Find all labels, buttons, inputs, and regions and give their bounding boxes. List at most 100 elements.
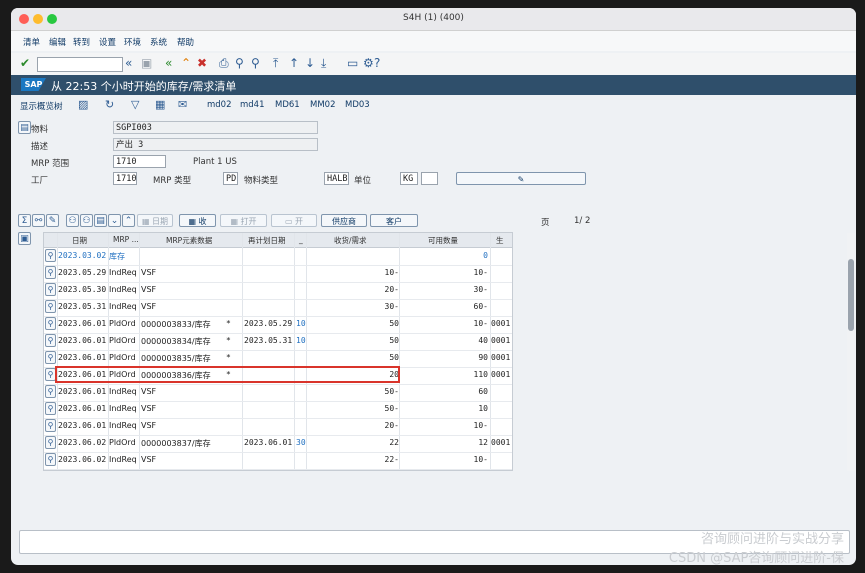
expand-down-icon[interactable]: ⌄ <box>108 214 121 227</box>
collapse-up-icon[interactable]: ⌃ <box>122 214 135 227</box>
open-button[interactable]: ▦ 打开 <box>220 214 267 227</box>
unit-field[interactable]: KG <box>400 172 418 185</box>
row-detail-icon[interactable]: ⚲ <box>45 266 56 279</box>
description-field[interactable]: 产出 3 <box>113 138 318 151</box>
grid-vertical-scrollbar[interactable] <box>847 233 855 471</box>
edit-pencil-icon[interactable]: ✎ <box>46 214 59 227</box>
row-detail-icon[interactable]: ⚲ <box>45 317 56 330</box>
menu-list[interactable]: 清单 <box>23 36 40 48</box>
first-page-icon[interactable]: ⤒ <box>273 56 278 70</box>
open-alt-button[interactable]: ▭ 开 <box>271 214 317 227</box>
people-icon[interactable]: ⚇ <box>66 214 79 227</box>
last-page-icon[interactable]: ⤓ <box>321 56 326 70</box>
menu-environment[interactable]: 环境 <box>124 36 141 48</box>
vendor-button[interactable]: 供应商 <box>321 214 367 227</box>
col-mrp-element-data[interactable]: MRP元素数据 <box>166 235 212 246</box>
row-detail-icon[interactable]: ⚲ <box>45 283 56 296</box>
cell-mrp: IndReq <box>109 302 137 311</box>
row-detail-icon[interactable]: ⚲ <box>45 385 56 398</box>
mrp-area-field[interactable]: 1710 <box>113 155 166 168</box>
watermark-line1: 咨询顾问进阶与实战分享 <box>700 532 844 547</box>
enter-check-icon[interactable]: ✔ <box>20 56 30 70</box>
md03-button[interactable]: MD03 <box>345 100 370 110</box>
mm02-button[interactable]: MM02 <box>310 100 335 110</box>
unit-extra-field[interactable] <box>421 172 438 185</box>
shortcut-icon[interactable]: ⚙ <box>363 56 374 70</box>
table-row[interactable]: ⚲ 2023.06.01 IndReq VSF 50- 60 <box>44 384 512 402</box>
table-row[interactable]: ⚲ 2023.05.30 IndReq VSF 20- 30- <box>44 282 512 300</box>
cancel-icon[interactable]: ✖ <box>197 56 207 70</box>
table-row[interactable]: ⚲ 2023.05.31 IndReq VSF 30- 60- <box>44 299 512 317</box>
row-detail-icon[interactable]: ⚲ <box>45 419 56 432</box>
double-left-icon[interactable]: « <box>125 56 132 70</box>
help-icon[interactable]: ? <box>374 56 380 70</box>
receipt-button-label: 收 <box>198 217 207 226</box>
col-date[interactable]: 日期 <box>72 235 87 246</box>
column-settings-icon[interactable]: ▣ <box>18 232 31 245</box>
row-detail-icon[interactable]: ⚲ <box>45 249 56 262</box>
people-alt-icon[interactable]: ⚇ <box>80 214 93 227</box>
previous-page-icon[interactable]: ↑ <box>289 56 299 70</box>
md02-button[interactable]: md02 <box>207 100 232 110</box>
save-icon[interactable]: ▣ <box>141 56 152 70</box>
table-row[interactable]: ⚲ 2023.03.02 库存 0 <box>44 248 512 266</box>
find-next-icon[interactable]: ⚲ <box>251 56 260 70</box>
details-icon[interactable]: ⚯ <box>32 214 45 227</box>
new-session-icon[interactable]: ▭ <box>347 56 358 70</box>
col-receipt-requirement[interactable]: 收货/需求 <box>334 235 367 246</box>
stock-requirements-grid: 日期 MRP ... MRP元素数据 再计划日期 _ 收货/需求 可用数量 生 … <box>43 232 513 471</box>
edit-settings-button[interactable]: ✎ <box>456 172 586 185</box>
back-icon[interactable]: « <box>165 56 172 70</box>
menu-system[interactable]: 系统 <box>150 36 167 48</box>
row-detail-icon[interactable]: ⚲ <box>45 334 56 347</box>
col-reschedule-date[interactable]: 再计划日期 <box>248 235 286 246</box>
material-field[interactable]: SGPI003 <box>113 121 318 134</box>
exit-icon[interactable]: ⌃ <box>181 56 191 70</box>
table-row[interactable]: ⚲ 2023.06.01 IndReq VSF 50- 10 <box>44 401 512 419</box>
cell-data: 0000003837/库存 <box>141 439 211 448</box>
row-detail-icon[interactable]: ⚲ <box>45 436 56 449</box>
table-row[interactable]: ⚲ 2023.05.29 IndReq VSF 10- 10- <box>44 265 512 283</box>
table-row[interactable]: ⚲ 2023.06.02 PldOrd 0000003837/库存 2023.06.01… <box>44 435 512 453</box>
cell-exc: 10 <box>296 319 306 328</box>
window-title: S4H (1) (400) <box>403 13 464 23</box>
col-exception[interactable]: _ <box>299 235 303 244</box>
row-detail-icon[interactable]: ⚲ <box>45 300 56 313</box>
print-icon[interactable]: ⎙ <box>219 56 229 70</box>
calendar-icon[interactable]: ▦ <box>155 98 165 111</box>
table-row[interactable]: ⚲ 2023.06.01 IndReq VSF 20- 10- <box>44 418 512 436</box>
picture-icon[interactable]: ▨ <box>78 98 88 111</box>
customer-button[interactable]: 客户 <box>370 214 418 227</box>
col-mrp-element[interactable]: MRP ... <box>113 235 139 244</box>
receipt-button[interactable]: ▦ 收 <box>179 214 216 227</box>
header-details-icon[interactable]: ▤ <box>18 121 31 134</box>
mrp-type-field[interactable]: PD <box>223 172 238 185</box>
filter-icon[interactable]: ▽ <box>131 98 139 111</box>
row-detail-icon[interactable]: ⚲ <box>45 351 56 364</box>
find-icon[interactable]: ⚲ <box>235 56 244 70</box>
refresh-icon[interactable]: ↻ <box>105 98 114 111</box>
menu-edit[interactable]: 编辑 <box>49 36 66 48</box>
plant-field[interactable]: 1710 <box>113 172 137 185</box>
list-icon[interactable]: ▤ <box>94 214 107 227</box>
md41-button[interactable]: md41 <box>240 100 265 110</box>
next-page-icon[interactable]: ↓ <box>305 56 315 70</box>
menu-goto[interactable]: 转到 <box>73 36 90 48</box>
table-row[interactable]: ⚲ 2023.06.02 IndReq VSF 22- 10- <box>44 452 512 470</box>
show-overview-tree-button[interactable]: 显示概览树 <box>20 100 63 112</box>
command-field[interactable] <box>37 57 123 72</box>
date-button[interactable]: ▦ 日期 <box>137 214 173 227</box>
mail-icon[interactable]: ✉ <box>178 98 187 111</box>
sum-icon[interactable]: Σ <box>18 214 31 227</box>
scrollbar-thumb[interactable] <box>848 259 854 331</box>
col-production[interactable]: 生 <box>496 235 504 246</box>
table-row[interactable]: ⚲ 2023.06.01 PldOrd 0000003833/库存 * 2023.05.2… <box>44 316 512 334</box>
col-available-qty[interactable]: 可用数量 <box>428 235 458 246</box>
menu-help[interactable]: 帮助 <box>177 36 194 48</box>
row-detail-icon[interactable]: ⚲ <box>45 402 56 415</box>
md61-button[interactable]: MD61 <box>275 100 300 110</box>
menu-settings[interactable]: 设置 <box>99 36 116 48</box>
table-row[interactable]: ⚲ 2023.06.01 PldOrd 0000003834/库存 * 2023.05.3… <box>44 333 512 351</box>
row-detail-icon[interactable]: ⚲ <box>45 453 56 466</box>
material-type-field[interactable]: HALB <box>324 172 349 185</box>
